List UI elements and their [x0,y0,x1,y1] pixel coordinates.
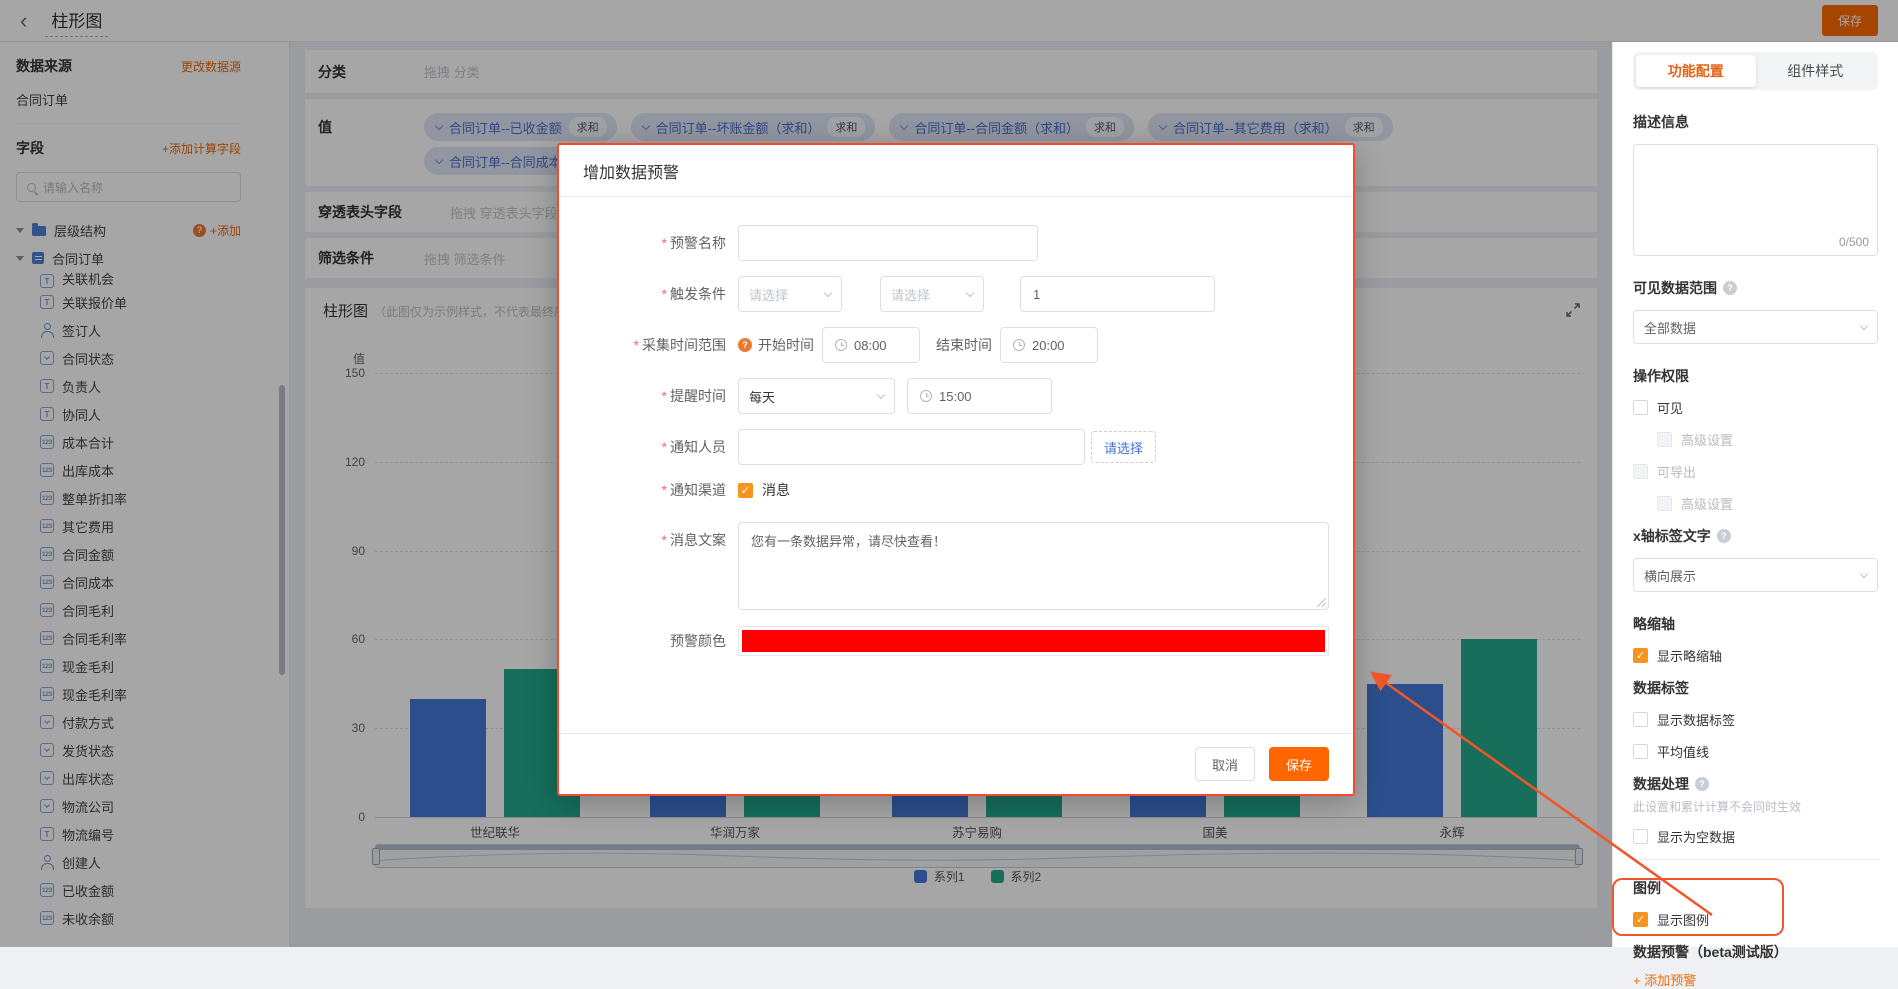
notify-people-picker-button[interactable]: 请选择 [1091,431,1156,463]
permission-option[interactable]: 可导出 [1633,462,1878,481]
chevron-down-icon [1860,569,1868,577]
legend-option[interactable]: 显示图例 [1633,910,1878,929]
message-text-textarea[interactable]: 您有一条数据异常，请尽快查看！ [738,522,1329,610]
clock-icon [835,339,847,351]
chevron-down-icon [824,288,832,296]
trigger-label: 触发条件 [670,286,726,302]
help-icon[interactable]: ? [1723,281,1737,295]
alert-name-input[interactable] [738,225,1038,261]
unchecked-checkbox[interactable] [1633,744,1648,759]
notify-channel-label: 通知渠道 [670,482,726,498]
description-label: 描述信息 [1633,112,1878,132]
data-label-option[interactable]: 显示数据标签 [1633,710,1878,729]
permission-option[interactable]: 高级设置 [1633,430,1878,449]
trigger-value-input[interactable]: 1 [1020,276,1215,312]
data-label-option-label: 显示数据标签 [1657,710,1735,729]
visible-range-select[interactable]: 全部数据 [1633,310,1878,344]
message-text-label: 消息文案 [670,532,726,548]
data-label-option[interactable]: 平均值线 [1633,742,1878,761]
end-time-input[interactable]: 20:00 [1000,327,1098,363]
cancel-button[interactable]: 取消 [1195,747,1255,781]
data-label-label: 数据标签 [1633,678,1878,698]
remind-time-label: 提醒时间 [670,388,726,404]
modal-save-button[interactable]: 保存 [1269,747,1329,781]
start-time-label: 开始时间 [758,335,814,355]
modal-title: 增加数据预警 [559,145,1353,197]
message-channel-checkbox[interactable] [738,483,753,498]
permissions-label: 操作权限 [1633,366,1878,386]
unchecked-checkbox[interactable] [1633,400,1648,415]
tab-component-style[interactable]: 组件样式 [1756,55,1876,87]
notify-people-input[interactable] [738,429,1085,465]
help-icon[interactable]: ? [738,338,752,352]
resize-handle[interactable] [1317,598,1326,607]
legend-option-label: 显示图例 [1657,910,1709,929]
legend-section-label: 图例 [1633,878,1878,898]
help-icon[interactable]: ? [1717,529,1731,543]
tab-function-config[interactable]: 功能配置 [1636,55,1756,87]
data-process-label: 数据处理 [1633,774,1689,794]
add-alert-link[interactable]: + 添加预警 [1633,970,1878,989]
thumb-axis-option[interactable]: 显示略缩轴 [1633,646,1878,665]
chevron-down-icon [877,390,885,398]
unchecked-checkbox[interactable] [1657,432,1672,447]
permission-option-label: 可见 [1657,398,1683,417]
xaxis-label-select[interactable]: 横向展示 [1633,558,1878,592]
chevron-down-icon [1860,321,1868,329]
unchecked-checkbox[interactable] [1633,464,1648,479]
clock-icon [920,390,932,402]
trigger-field-select[interactable]: 请选择 [738,276,842,312]
checked-checkbox[interactable] [1633,912,1648,927]
alert-name-label: 预警名称 [670,235,726,251]
data-label-option-label: 平均值线 [1657,742,1709,761]
xaxis-label-text-label: x轴标签文字 [1633,526,1711,546]
chevron-down-icon [966,288,974,296]
message-channel-option: 消息 [762,480,790,500]
thumb-axis-option-label: 显示略缩轴 [1657,646,1722,665]
modal-dim-overlay-top [0,0,1898,42]
permission-option-label: 高级设置 [1681,494,1733,513]
remind-frequency-select[interactable]: 每天 [738,378,895,414]
clock-icon [1013,339,1025,351]
config-tabs: 功能配置组件样式 [1633,52,1878,90]
permission-option[interactable]: 高级设置 [1633,494,1878,513]
unchecked-checkbox[interactable] [1633,829,1648,844]
modal-footer: 取消 保存 [559,733,1353,794]
data-process-option-label: 显示为空数据 [1657,827,1735,846]
help-icon[interactable]: ? [1695,777,1709,791]
alert-color-label: 预警颜色 [583,631,738,651]
remind-time-input[interactable]: 15:00 [907,378,1052,414]
end-time-label: 结束时间 [936,335,992,355]
data-alert-section-label: 数据预警（beta测试版） [1633,942,1878,962]
thumb-axis-label: 略缩轴 [1633,614,1878,634]
checked-checkbox[interactable] [1633,648,1648,663]
start-time-input[interactable]: 08:00 [822,327,920,363]
alert-color-swatch [742,630,1325,652]
unchecked-checkbox[interactable] [1657,496,1672,511]
alert-color-picker[interactable] [738,626,1329,656]
notify-people-label: 通知人员 [670,439,726,455]
unchecked-checkbox[interactable] [1633,712,1648,727]
data-process-note: 此设置和累计计算不会同时生效 [1633,798,1878,815]
trigger-operator-select[interactable]: 请选择 [880,276,984,312]
add-data-alert-modal: 增加数据预警 *预警名称 *触发条件 请选择 请选择 1 *采集时间范围 ? 开… [557,143,1355,796]
config-panel: 功能配置组件样式 描述信息 0/500 可见数据范围? 全部数据 操作权限 可见… [1612,42,1898,947]
collect-range-label: 采集时间范围 [642,337,726,353]
description-textarea[interactable]: 0/500 [1633,144,1878,256]
permission-option-label: 高级设置 [1681,430,1733,449]
char-counter: 0/500 [1839,235,1869,249]
data-process-option[interactable]: 显示为空数据 [1633,827,1878,846]
visible-range-label: 可见数据范围 [1633,278,1717,298]
permission-option[interactable]: 可见 [1633,398,1878,417]
permission-option-label: 可导出 [1657,462,1696,481]
